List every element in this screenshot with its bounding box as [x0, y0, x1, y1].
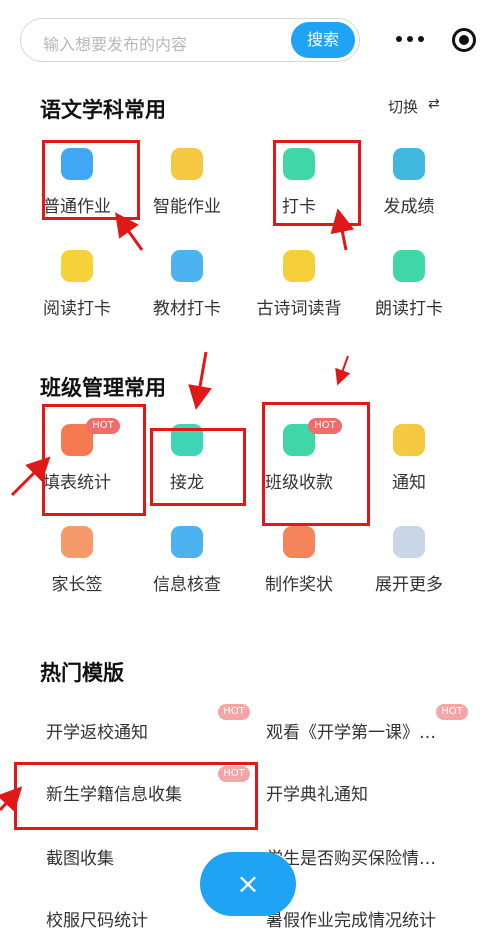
close-button[interactable]: ×	[200, 852, 296, 916]
annotation-arrows	[0, 208, 355, 812]
